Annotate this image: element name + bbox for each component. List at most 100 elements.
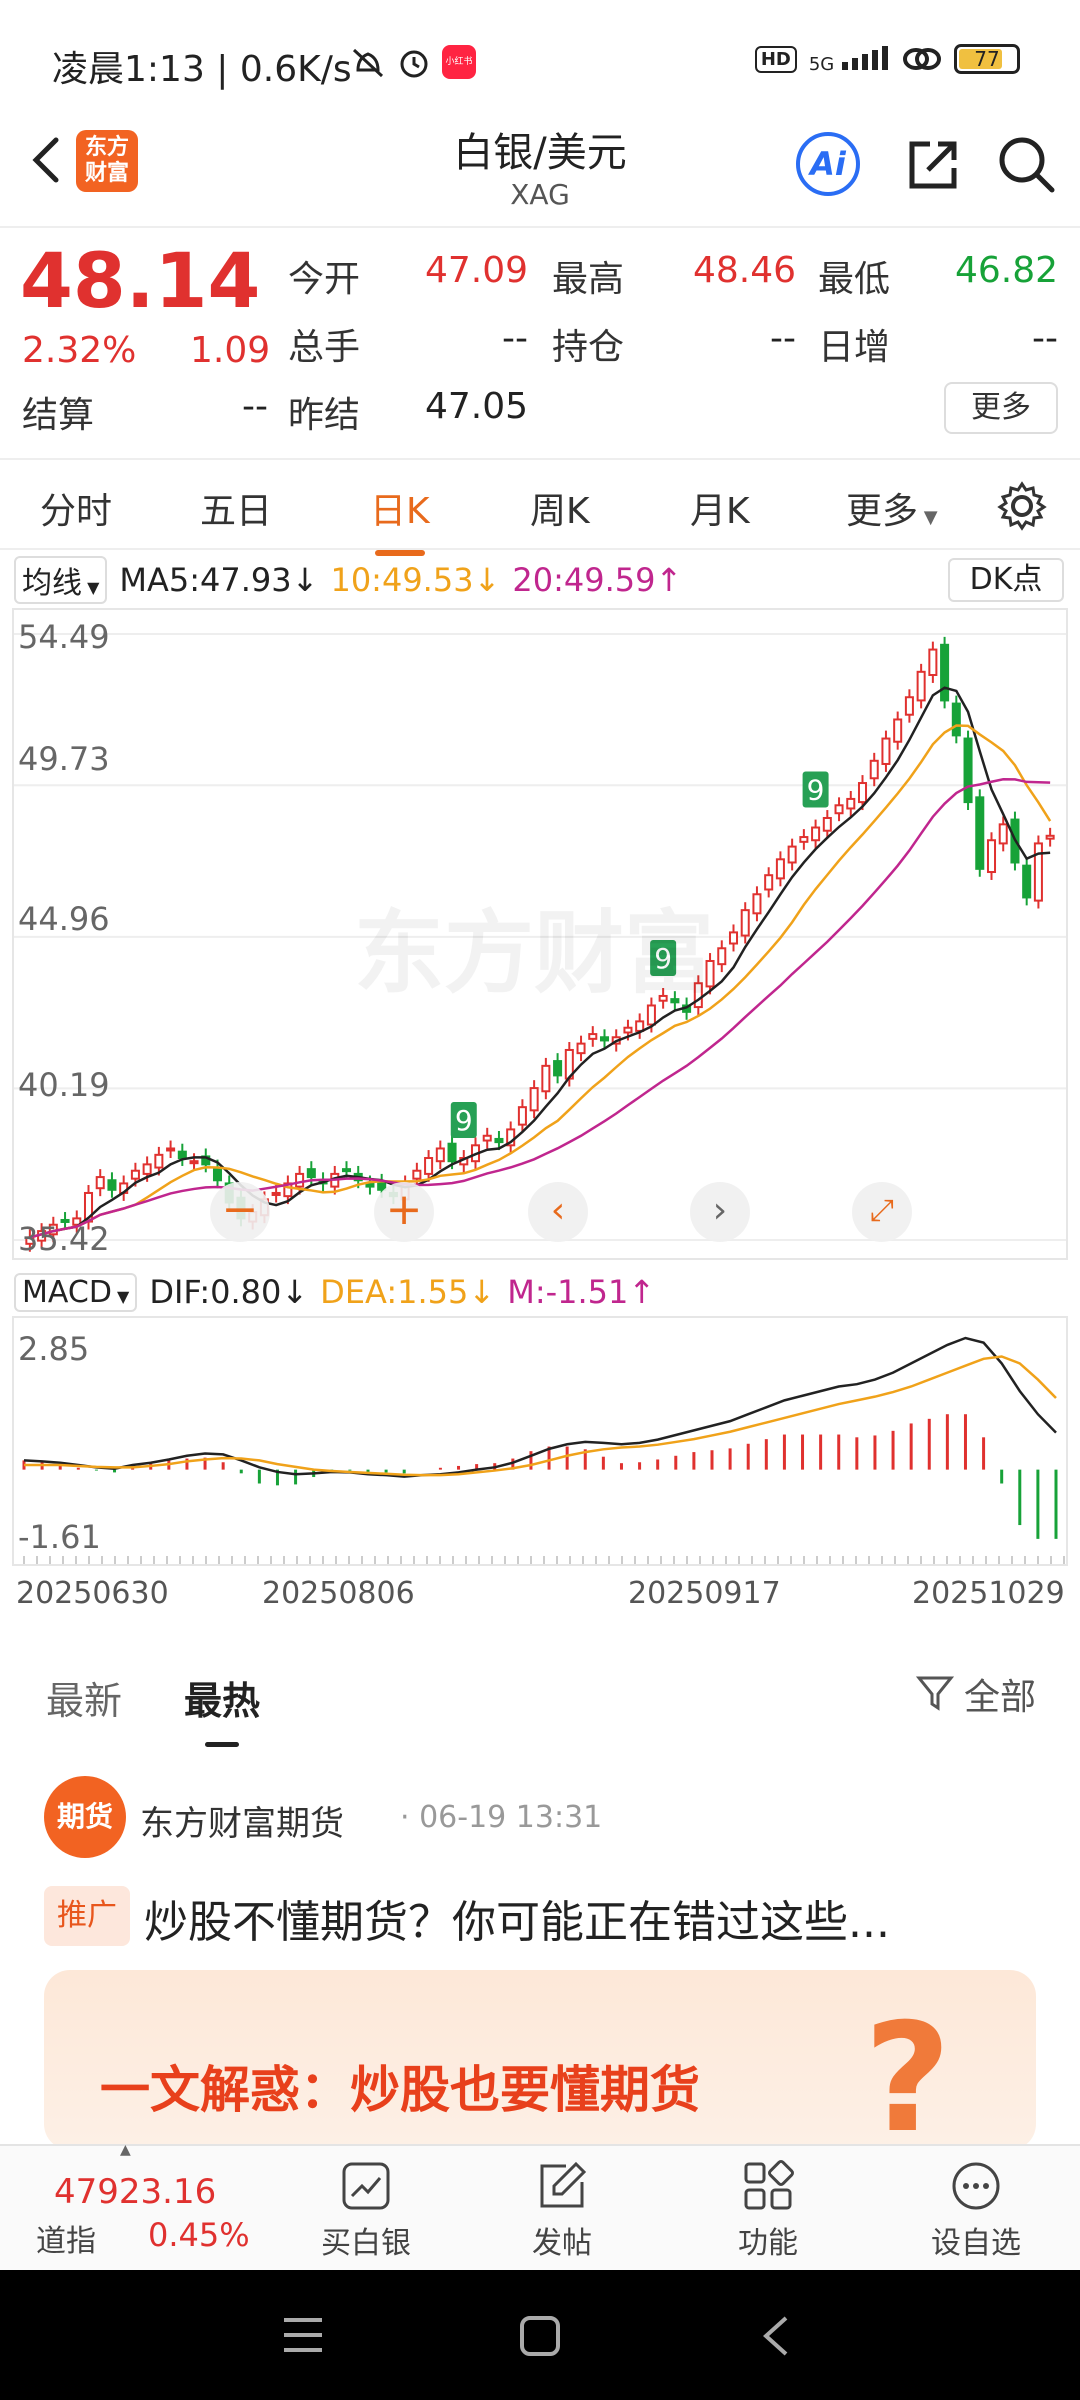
candle xyxy=(212,1166,223,1182)
zoom-in-button[interactable]: + xyxy=(374,1182,434,1242)
dea-value: DEA:1.55↓ xyxy=(320,1273,496,1311)
settle-value: -- xyxy=(242,386,268,427)
post-title[interactable]: 炒股不懂期货？你可能正在错过这些... xyxy=(144,1886,890,1950)
index-value[interactable]: 47923.16 xyxy=(54,2172,216,2212)
watermark: 东方财富 xyxy=(354,901,714,1006)
tab-weekly-k[interactable]: 周K xyxy=(530,482,590,534)
filter-label: 全部 xyxy=(963,1677,1036,1718)
macd-chart[interactable]: 2.85 -1.61 xyxy=(12,1316,1068,1566)
share-icon[interactable] xyxy=(904,136,962,194)
mute-bell-icon xyxy=(352,48,384,78)
status-icons-right: HD 5G 77 xyxy=(754,44,1020,75)
candle xyxy=(541,1064,551,1093)
ma-select[interactable]: 均线 ▼ xyxy=(14,556,108,604)
add-watchlist-button[interactable]: 设自选 xyxy=(916,2160,1036,2262)
candle xyxy=(775,858,785,880)
fullscreen-icon[interactable]: ⤢ xyxy=(852,1182,912,1242)
candle xyxy=(553,1060,563,1077)
candle xyxy=(306,1168,316,1179)
settle-label: 结算 xyxy=(22,395,95,436)
x-axis-label: 20250917 xyxy=(628,1576,781,1611)
post-button[interactable]: 发帖 xyxy=(502,2160,622,2262)
candle xyxy=(1022,864,1032,899)
system-nav-bar xyxy=(0,2270,1080,2400)
x-axis-label: 20250630 xyxy=(16,1576,169,1611)
candle xyxy=(752,893,762,915)
caret-up-icon: ▲ xyxy=(120,2142,131,2158)
menu-icon[interactable] xyxy=(280,2314,326,2356)
app-badge-icon: 小红书 xyxy=(442,45,476,79)
avatar[interactable]: 期货 xyxy=(44,1776,126,1858)
change-value: 1.09 xyxy=(190,330,271,371)
settings-gear-icon[interactable] xyxy=(996,480,1048,532)
caret-down-icon: ▼ xyxy=(111,1286,130,1306)
tab-intraday[interactable]: 分时 xyxy=(40,482,112,534)
index-change[interactable]: 0.45% xyxy=(148,2216,250,2254)
caret-down-icon: ▼ xyxy=(918,507,938,528)
ma10-value: 10:49.53↓ xyxy=(330,561,501,599)
index-name[interactable]: 道指 xyxy=(36,2216,96,2260)
candle xyxy=(764,874,774,891)
ma-indicator-row: 均线 ▼ MA5:47.93↓ 10:49.53↓ 20:49.59↑ xyxy=(14,556,682,604)
candle xyxy=(424,1157,434,1175)
post-banner-image[interactable]: 一文解惑：炒股也要懂期货 ? xyxy=(44,1970,1036,2150)
candle xyxy=(435,1147,445,1163)
post-author[interactable]: 东方财富期货 xyxy=(140,1796,344,1845)
volume-value: -- xyxy=(502,318,528,359)
tab-monthly-k[interactable]: 月K xyxy=(690,482,750,534)
tab-hot[interactable]: 最热 xyxy=(184,1670,260,1725)
battery-icon: 77 xyxy=(954,44,1020,74)
candle xyxy=(295,1172,305,1188)
candle xyxy=(412,1169,422,1180)
macd-select[interactable]: MACD ▼ xyxy=(14,1272,138,1312)
search-icon[interactable] xyxy=(996,134,1056,194)
zoom-out-button[interactable]: − xyxy=(210,1182,270,1242)
candle xyxy=(130,1169,140,1180)
candle xyxy=(869,759,879,780)
home-icon[interactable] xyxy=(518,2314,562,2358)
high-value: 48.46 xyxy=(692,250,796,291)
functions-button[interactable]: 功能 xyxy=(708,2160,828,2262)
open-label: 今开 xyxy=(288,259,361,300)
candle xyxy=(588,1033,598,1040)
post-time: · 06-19 13:31 xyxy=(400,1800,603,1835)
network-type: 5G xyxy=(808,53,835,75)
hd-icon: HD xyxy=(754,45,797,73)
link-icon xyxy=(903,48,941,70)
buy-silver-button[interactable]: 买白银 xyxy=(306,2160,426,2262)
ai-button[interactable]: Ai xyxy=(796,132,860,196)
candle xyxy=(576,1042,586,1055)
promo-badge: 推广 xyxy=(44,1886,130,1946)
status-time: 凌晨1:13 | 0.6K/s xyxy=(52,49,352,90)
tab-five-day[interactable]: 五日 xyxy=(200,482,272,534)
grid-icon xyxy=(744,2160,794,2210)
daily-increase-value: -- xyxy=(1032,318,1058,359)
daily-increase-label: 日增 xyxy=(818,327,891,368)
candle xyxy=(951,702,961,737)
filter-button[interactable]: 全部 xyxy=(915,1668,1036,1720)
candle xyxy=(447,1142,457,1163)
high-label: 最高 xyxy=(552,259,625,300)
functions-label: 功能 xyxy=(738,2226,798,2261)
tab-daily-k[interactable]: 日K xyxy=(370,482,430,534)
add-watchlist-label: 设自选 xyxy=(931,2226,1021,2261)
nav-back-icon[interactable] xyxy=(756,2312,796,2360)
period-tabs: 分时 五日 日K 周K 月K 更多 ▼ xyxy=(0,458,1080,550)
question-mark-icon: ? xyxy=(864,1992,952,2150)
dif-line xyxy=(23,1336,1057,1478)
y-tick-label: 35.42 xyxy=(18,1220,110,1258)
dk-point-button[interactable]: DK点 xyxy=(948,558,1064,602)
scroll-right-button[interactable]: › xyxy=(690,1182,750,1242)
scroll-left-button[interactable]: ‹ xyxy=(528,1182,588,1242)
ma-select-label: 均线 xyxy=(22,566,82,601)
candle xyxy=(177,1150,187,1160)
candlestick-chart[interactable]: 999 54.49 49.73 44.96 40.19 35.42 东方财富 −… xyxy=(12,608,1068,1260)
candle xyxy=(822,816,832,832)
candle xyxy=(928,648,938,676)
candle xyxy=(728,931,739,945)
tab-latest[interactable]: 最新 xyxy=(46,1670,122,1725)
prev-settle-value: 47.05 xyxy=(424,386,528,427)
candle xyxy=(517,1106,527,1126)
tab-more[interactable]: 更多 ▼ xyxy=(846,482,938,534)
more-button[interactable]: 更多 xyxy=(944,382,1058,434)
